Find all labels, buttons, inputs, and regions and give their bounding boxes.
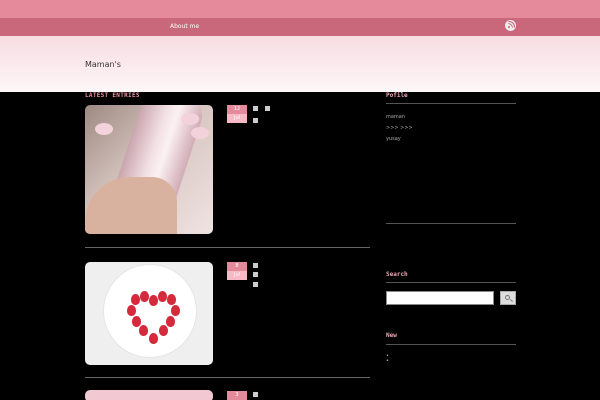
topbar-banner: [0, 0, 600, 18]
nav-item-about-me[interactable]: About me: [170, 23, 199, 30]
profile-heading: Pofile: [386, 92, 408, 99]
new-posts-heading: New: [386, 332, 397, 339]
post-thumbnail-2[interactable]: [85, 262, 213, 365]
strawberry-image: [149, 295, 158, 306]
strawberry-image: [158, 291, 167, 302]
author-icon: [253, 263, 258, 268]
post-meta-tags-2: [253, 272, 260, 278]
profile-text: maman >>> >>> yusay: [386, 113, 516, 143]
post-meta-category-1: [253, 118, 260, 124]
strawberry-image: [140, 291, 149, 302]
post-thumbnail-3[interactable]: [85, 390, 213, 400]
post-thumbnail-1[interactable]: [85, 105, 213, 234]
profile-name: maman: [386, 114, 406, 120]
site-title[interactable]: Maman's: [85, 60, 121, 69]
petal-image: [95, 123, 113, 135]
post-meta-1: [253, 106, 272, 112]
tag-icon: [264, 106, 270, 111]
strawberry-image: [159, 325, 168, 336]
post-month: Jul: [227, 271, 247, 280]
strawberry-image: [167, 294, 176, 305]
post-day: 3: [227, 391, 247, 400]
post-meta-3: [253, 392, 260, 398]
post-divider: [85, 377, 370, 378]
sidebar-divider: [386, 103, 516, 104]
strawberry-image: [149, 333, 158, 344]
profile-secondary-name: yusay: [386, 136, 401, 142]
profile-links[interactable]: >>> >>>: [386, 124, 516, 132]
post-day: 8: [227, 262, 247, 271]
sidebar-divider: [386, 223, 516, 224]
comment-icon: [253, 282, 258, 287]
post-date-3: 3: [227, 391, 247, 400]
petal-image: [181, 113, 199, 125]
tag-icon: [253, 272, 258, 277]
post-month: Jul: [227, 114, 247, 123]
sidebar-divider: [386, 282, 516, 283]
hand-image: [85, 177, 177, 234]
author-icon: [253, 106, 258, 111]
search-button[interactable]: [500, 291, 516, 305]
post-meta-2: [253, 263, 260, 269]
rss-icon[interactable]: [505, 20, 516, 31]
author-icon: [253, 392, 258, 397]
post-meta-category-2: [253, 282, 260, 288]
new-posts-list: [386, 352, 516, 365]
post-date-1: 12 Jul: [227, 105, 247, 123]
post-day: 12: [227, 105, 247, 114]
sidebar-divider: [386, 344, 516, 345]
strawberry-image: [139, 325, 148, 336]
strawberry-image: [131, 294, 140, 305]
search-input[interactable]: [386, 291, 494, 305]
post-divider: [85, 247, 370, 248]
search-heading: Search: [386, 271, 408, 278]
latest-entries-heading: LATEST ENTRIES: [85, 92, 140, 99]
post-date-2: 8 Jul: [227, 262, 247, 280]
strawberry-image: [171, 305, 180, 316]
strawberry-image: [166, 316, 175, 327]
comment-icon: [253, 118, 258, 123]
strawberry-image: [127, 305, 136, 316]
petal-image: [191, 127, 209, 139]
site-header: Maman's: [0, 36, 600, 92]
